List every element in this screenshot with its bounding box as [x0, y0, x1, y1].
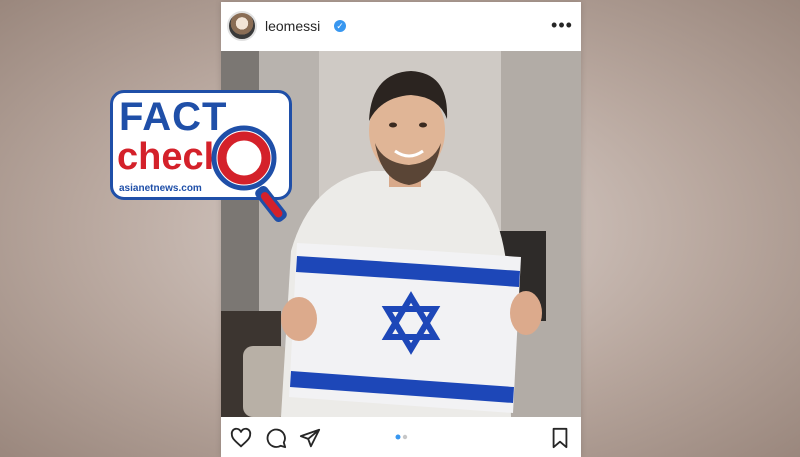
avatar[interactable]: [227, 11, 257, 41]
verified-badge-icon: ✓: [334, 20, 346, 32]
carousel-dot-active: [395, 434, 401, 440]
carousel-indicator: [395, 434, 408, 440]
more-options-icon[interactable]: •••: [551, 13, 573, 37]
action-bar: [221, 417, 581, 457]
magnifier-icon: [211, 125, 287, 223]
heart-icon[interactable]: [230, 427, 252, 449]
bookmark-icon[interactable]: [549, 427, 571, 449]
username-link[interactable]: leomessi: [265, 18, 320, 34]
post-header: leomessi ✓ •••: [221, 2, 581, 52]
site-text: asianetnews.com: [119, 183, 202, 194]
carousel-dot: [402, 434, 408, 440]
fact-check-logo: FACT check asianetnews.com: [110, 90, 300, 240]
comment-icon[interactable]: [265, 427, 287, 449]
send-icon[interactable]: [299, 427, 321, 449]
